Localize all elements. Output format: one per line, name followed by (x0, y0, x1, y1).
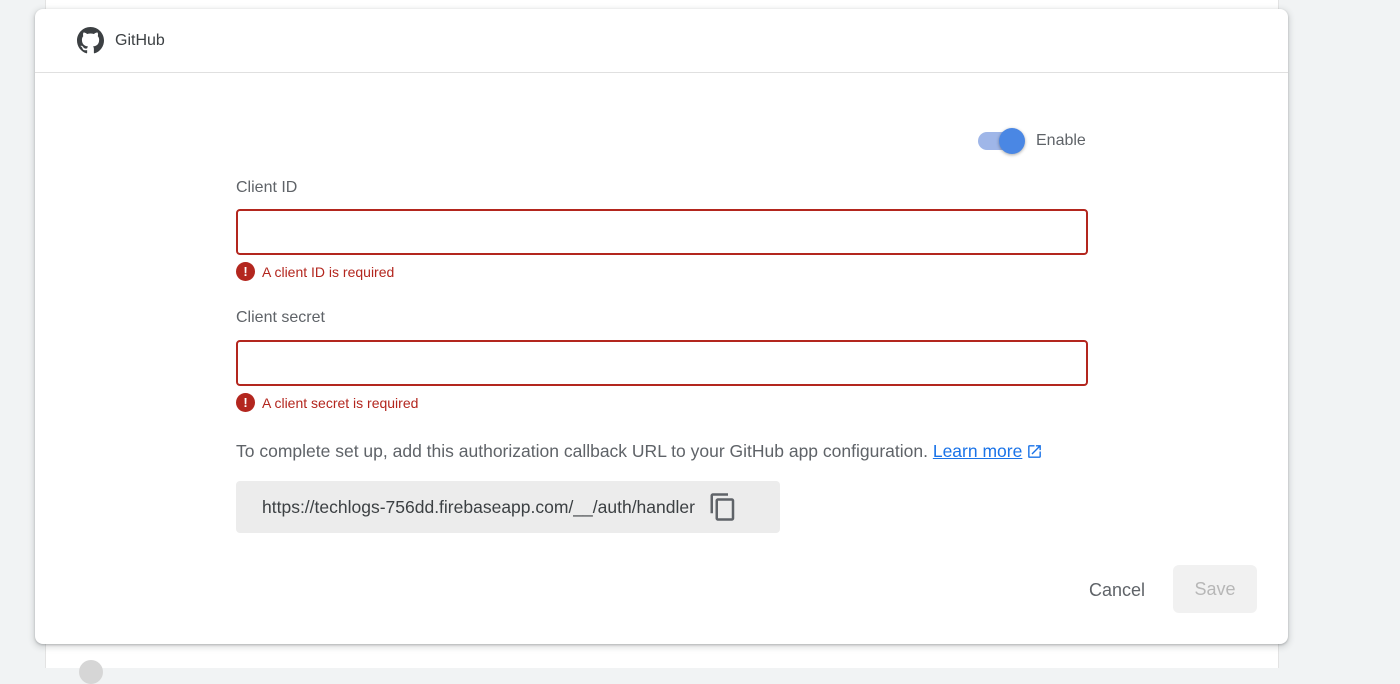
dialog-title: GitHub (115, 31, 165, 49)
enable-toggle-row: Enable (978, 128, 1086, 154)
client-secret-error: ! A client secret is required (236, 393, 418, 412)
enable-label: Enable (1036, 132, 1086, 149)
external-link-icon (1026, 443, 1043, 465)
error-icon: ! (236, 262, 255, 281)
client-id-error-text: A client ID is required (262, 263, 395, 280)
github-provider-dialog: GitHub Enable Client ID ! A client ID is… (35, 9, 1288, 644)
client-id-input[interactable] (236, 209, 1088, 255)
client-id-error: ! A client ID is required (236, 262, 394, 281)
error-icon: ! (236, 393, 255, 412)
client-secret-label: Client secret (236, 309, 325, 326)
client-id-label: Client ID (236, 179, 298, 196)
callback-instruction-text: To complete set up, add this authorizati… (236, 441, 928, 461)
callback-url: https://techlogs-756dd.firebaseapp.com/_… (262, 496, 695, 517)
client-secret-error-text: A client secret is required (262, 394, 419, 411)
save-button[interactable]: Save (1173, 565, 1257, 613)
learn-more-label: Learn more (932, 441, 1023, 461)
callback-url-box: https://techlogs-756dd.firebaseapp.com/_… (236, 481, 780, 533)
enable-toggle[interactable] (978, 128, 1025, 154)
dialog-header: GitHub (35, 9, 1288, 73)
learn-more-link[interactable]: Learn more (933, 441, 1044, 461)
client-secret-input[interactable] (236, 340, 1088, 386)
github-icon (77, 27, 104, 54)
toggle-thumb (999, 128, 1025, 154)
cancel-button[interactable]: Cancel (1069, 567, 1165, 613)
copy-icon[interactable] (708, 491, 738, 523)
background-avatar (79, 660, 103, 684)
callback-instructions: To complete set up, add this authorizati… (236, 441, 1043, 465)
